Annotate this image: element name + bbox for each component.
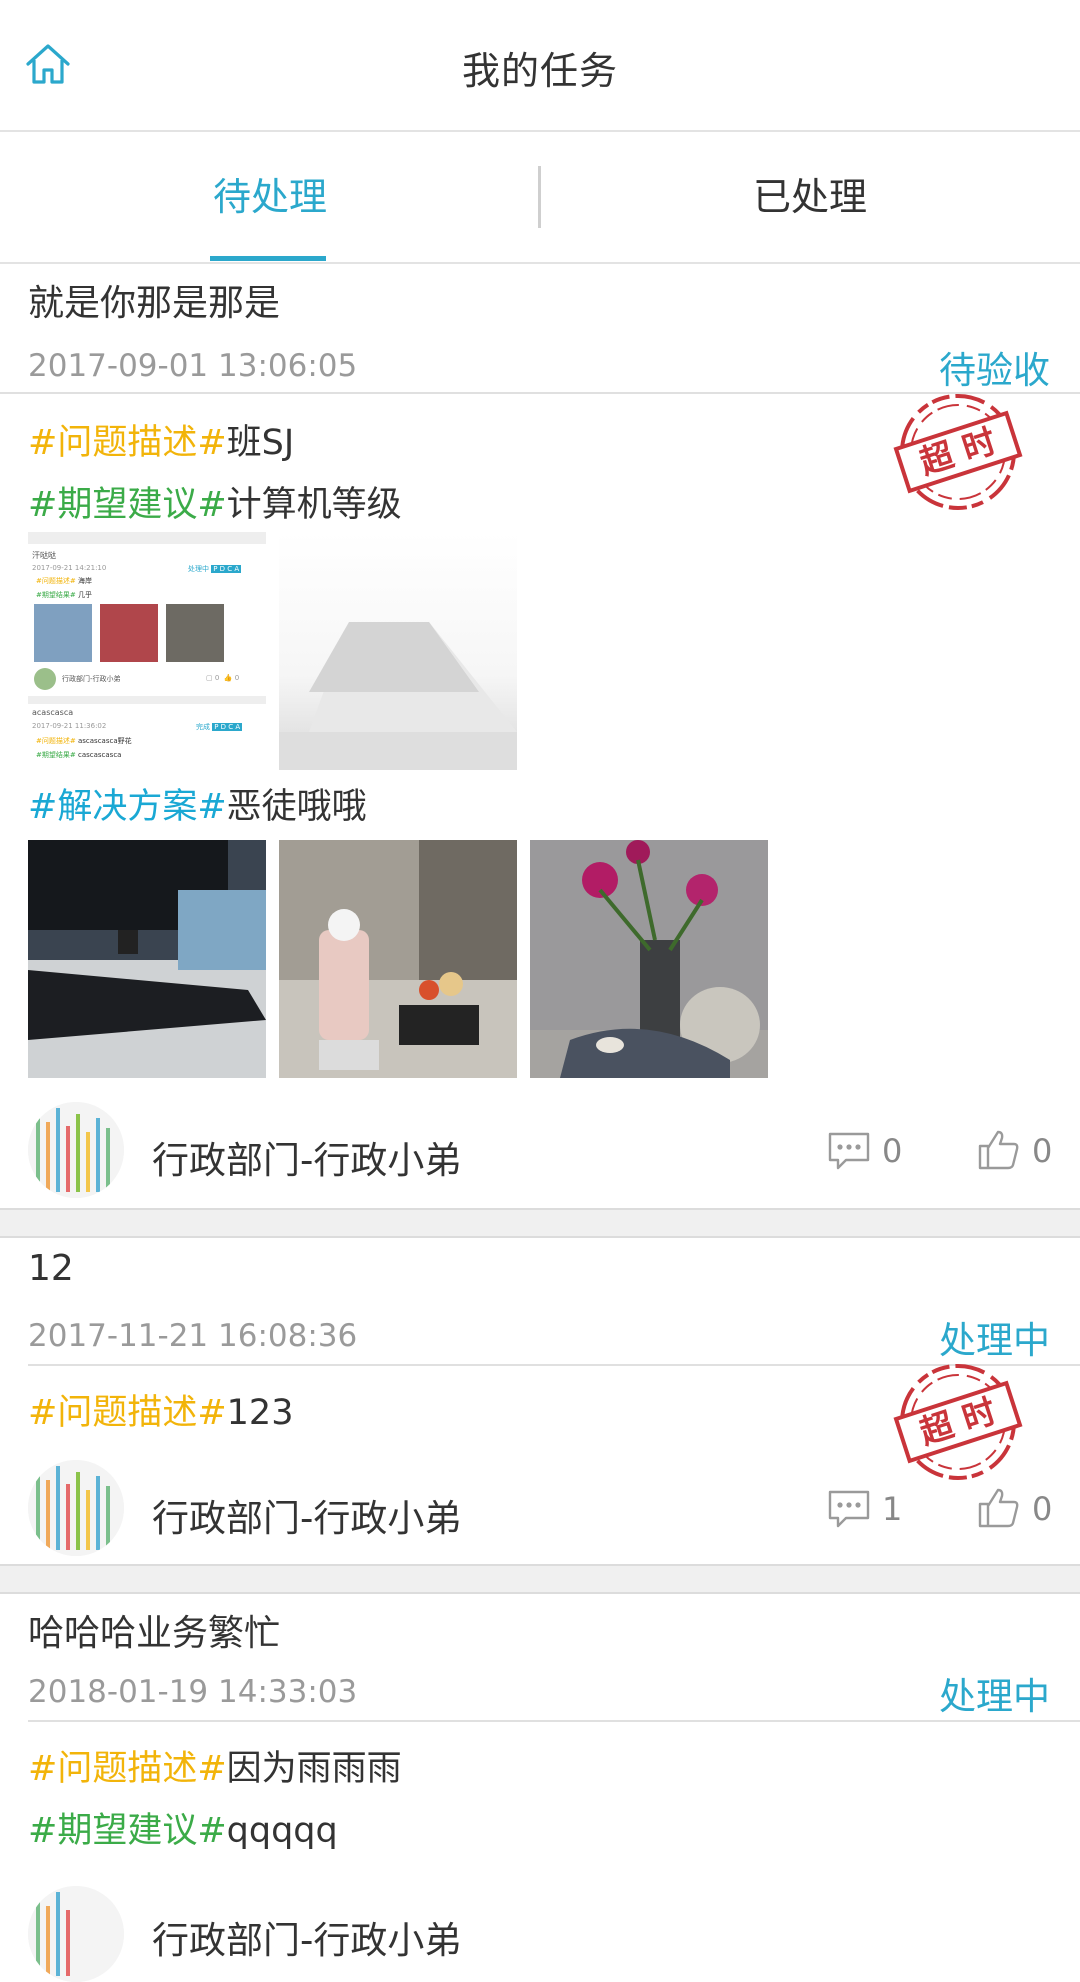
expect-tag: #期望建议#: [28, 485, 227, 525]
mini-result-line-2: #期望结果# cascascasca: [36, 751, 122, 759]
solution-line: #解决方案#恶徒哦哦: [28, 778, 367, 829]
author-name: 行政部门-行政小弟: [152, 1919, 462, 1962]
task-card[interactable]: 就是你那是那是 2017-09-01 13:06:05 待验收 超 时 #问题描…: [0, 264, 1080, 1210]
comment-count: 0: [882, 1132, 903, 1170]
mini-counts: ▢ 0 👍 0: [206, 674, 240, 682]
expect-text: qqqqq: [226, 1811, 338, 1851]
task-status[interactable]: 处理中: [939, 1666, 1050, 1720]
avatar[interactable]: [28, 1886, 124, 1982]
solution-desk-photo[interactable]: [279, 840, 517, 1078]
problem-line: #问题描述#班SJ: [28, 414, 294, 465]
comment-icon[interactable]: [826, 1486, 872, 1532]
mini-status-2: 完成 P D C A: [196, 723, 243, 731]
like-icon[interactable]: [976, 1126, 1022, 1172]
problem-text: 123: [226, 1393, 294, 1433]
author-name: 行政部门-行政小弟: [152, 1497, 462, 1540]
overdue-stamp: 超 时: [878, 1360, 1028, 1490]
overdue-stamp: 超 时: [878, 390, 1028, 520]
problem-tag: #问题描述#: [28, 423, 227, 463]
active-tab-indicator: [210, 256, 326, 261]
attachment-blank-photo-thumb[interactable]: [279, 532, 517, 770]
tab-bar: 待处理 已处理: [0, 132, 1080, 264]
mini-title: 汗哒哒: [32, 551, 56, 560]
like-count: 0: [1032, 1132, 1053, 1170]
task-card[interactable]: 哈哈哈业务繁忙 2018-01-19 14:33:03 处理中 #问题描述#因为…: [0, 1594, 1080, 1982]
divider: [28, 1720, 1080, 1722]
mini-problem-line: #问题描述# 海岸: [36, 577, 92, 585]
expect-text: 计算机等级: [226, 485, 402, 525]
task-date: 2018-01-19 14:33:03: [28, 1674, 358, 1710]
problem-line: #问题描述#123: [28, 1384, 293, 1435]
comment-icon[interactable]: [826, 1128, 872, 1174]
comment-count: 1: [882, 1490, 903, 1528]
mini-status: 处理中 P D C A: [188, 565, 242, 573]
task-title: 哈哈哈业务繁忙: [28, 1613, 281, 1654]
mini-date: 2017-09-21 14:21:10: [32, 564, 107, 572]
solution-flower-vase-photo[interactable]: [530, 840, 768, 1078]
task-date: 2017-11-21 16:08:36: [28, 1318, 358, 1354]
top-bar: 我的任务: [0, 0, 1080, 132]
expect-line: #期望建议#qqqqq: [28, 1802, 338, 1853]
task-status[interactable]: 处理中: [939, 1310, 1050, 1364]
problem-tag: #问题描述#: [28, 1749, 227, 1789]
solution-tag: #解决方案#: [28, 787, 227, 827]
task-title: 就是你那是那是: [28, 283, 281, 324]
tab-pending[interactable]: 待处理: [0, 132, 540, 262]
expect-tag: #期望建议#: [28, 1811, 227, 1851]
problem-text: 班SJ: [226, 423, 295, 463]
mini-date-2: 2017-09-21 11:36:02: [32, 722, 107, 730]
task-title: 12: [28, 1248, 74, 1289]
mini-result-line: #期望结果# 几乎: [36, 591, 92, 599]
card-gap: [0, 1208, 1080, 1238]
expect-line: #期望建议#计算机等级: [28, 476, 402, 527]
tab-processed[interactable]: 已处理: [540, 132, 1080, 262]
like-icon[interactable]: [976, 1484, 1022, 1530]
mini-author: 行政部门-行政小弟: [62, 675, 121, 683]
task-date: 2017-09-01 13:06:05: [28, 348, 358, 384]
attachment-screenshot-thumb[interactable]: 汗哒哒 2017-09-21 14:21:10 处理中 P D C A #问题描…: [28, 532, 266, 770]
task-card[interactable]: 12 2017-11-21 16:08:36 处理中 超 时 #问题描述#123: [0, 1238, 1080, 1564]
problem-line: #问题描述#因为雨雨雨: [28, 1740, 402, 1791]
like-count: 0: [1032, 1490, 1053, 1528]
problem-tag: #问题描述#: [28, 1393, 227, 1433]
card-gap: [0, 1564, 1080, 1594]
page-title: 我的任务: [461, 49, 618, 93]
avatar[interactable]: [28, 1460, 124, 1556]
solution-text: 恶徒哦哦: [226, 787, 367, 827]
mini-problem-line-2: #问题描述# ascascasca野花: [36, 737, 132, 745]
mini-title-2: acascasca: [32, 708, 74, 717]
task-status[interactable]: 待验收: [939, 340, 1050, 394]
author-name: 行政部门-行政小弟: [152, 1139, 462, 1182]
problem-text: 因为雨雨雨: [226, 1749, 402, 1789]
solution-monitor-photo[interactable]: [28, 840, 266, 1078]
avatar[interactable]: [28, 1102, 124, 1198]
